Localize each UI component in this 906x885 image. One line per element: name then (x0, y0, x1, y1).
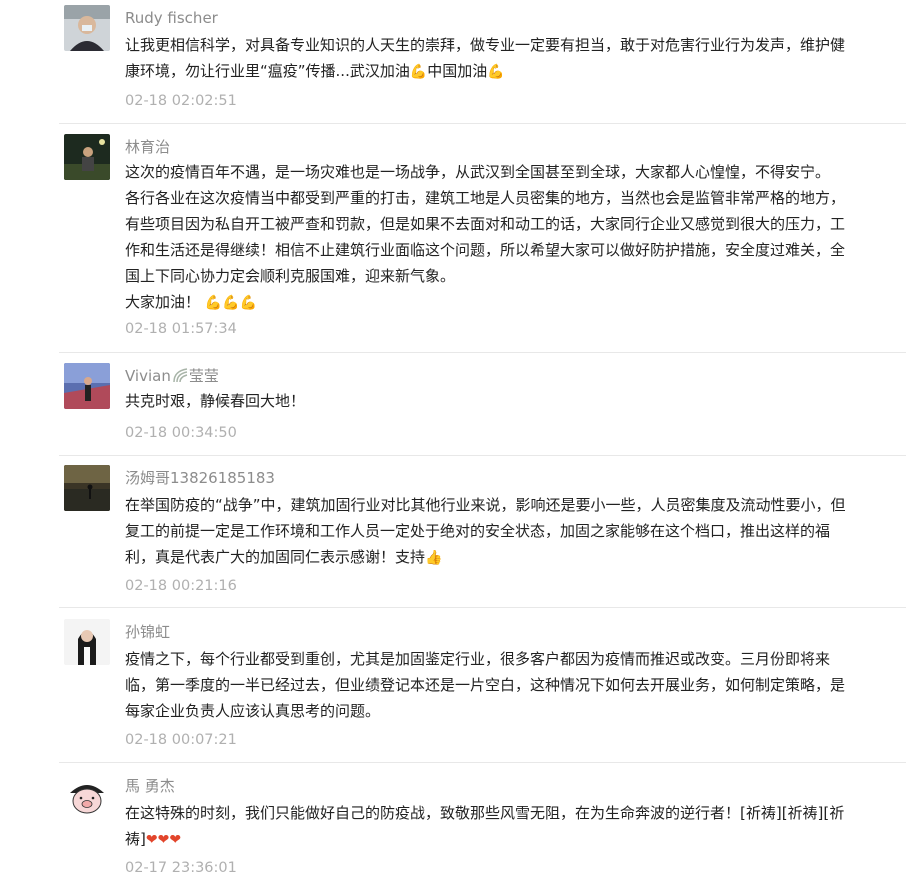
comment-item: 孙锦虹 疫情之下，每个行业都受到重创，尤其是加固鉴定行业，很多客户都因为疫情而推… (0, 614, 906, 762)
comment-text-line: 有些项目因为私自开工被严查和罚款，但是如果不去面对和动工的话，大家同行企业又感觉… (125, 215, 846, 233)
comment-item: Rudy fischer 让我更相信科学，对具备专业知识的人天生的崇拜，做专业一… (0, 0, 906, 124)
muscle-emoji-icon: 💪 (222, 294, 240, 311)
avatar[interactable] (64, 134, 110, 180)
muscle-emoji-icon: 💪 (487, 63, 505, 80)
comment-text-line: 各行各业在这次疫情当中都受到严重的打击，建筑工地是人员密集的地方，当然也会是监管… (125, 189, 846, 207)
thumbs-up-emoji-icon: 👍 (425, 549, 443, 566)
comment-text-line: 大家加油！ 💪💪💪 (125, 293, 258, 311)
muscle-emoji-icon: 💪 (409, 63, 428, 80)
comment-text-line: 临，第一季度的一半已经过去，但业绩登记本还是一片空白，这种情况下如何去开展业务，… (125, 676, 846, 694)
comment-timestamp: 02-18 00:07:21 (125, 732, 237, 748)
muscle-emoji-icon: 💪 (204, 294, 223, 311)
comment-author[interactable]: 林育治 (125, 138, 170, 156)
comment-text-line: 这次的疫情百年不遇，是一场灾难也是一场战争，从武汉到全国甚至到全球，大家都人心惶… (125, 163, 831, 181)
avatar[interactable] (64, 773, 110, 819)
comment-text-line: 国上下同心协力定会顺利克服国难，迎来新气象。 (125, 267, 456, 285)
comment-text-line: 让我更相信科学，对具备专业知识的人天生的崇拜，做专业一定要有担当，敢于对危害行业… (125, 36, 846, 54)
comment-text-line: 在举国防疫的“战争”中，建筑加固行业对比其他行业来说，影响还是要小一些，人员密集… (125, 496, 846, 514)
divider (59, 352, 906, 353)
comment-timestamp: 02-18 01:57:34 (125, 321, 237, 337)
comment-timestamp: 02-17 23:36:01 (125, 860, 237, 876)
comment-text-line: 共克时艰，静候春回大地！ (125, 392, 306, 410)
comment-timestamp: 02-18 00:34:50 (125, 425, 237, 441)
avatar[interactable] (64, 619, 110, 665)
comment-text-line: 每家企业负责人应该认真思考的问题。 (125, 702, 381, 720)
comment-timestamp: 02-18 02:02:51 (125, 93, 237, 109)
comment-text-line: 作和生活还是得继续！相信不止建筑行业面临这个问题，所以希望大家可以做好防护措施，… (125, 241, 846, 259)
heart-emoji-icon: ❤ (145, 831, 158, 848)
comment-item: Vivian 莹莹 共克时艰，静候春回大地！ 02-18 00:34:50 (0, 358, 906, 454)
avatar[interactable] (64, 363, 110, 409)
comment-text-line: 在这特殊的时刻，我们只能做好自己的防疫战，致敬那些风雪无阻，在为生命奔波的逆行者… (125, 804, 845, 822)
comment-author[interactable]: Vivian 莹莹 (125, 367, 219, 385)
comment-author[interactable]: 孙锦虹 (125, 623, 170, 641)
heart-emoji-icon: ❤ (157, 831, 170, 848)
comment-text-line: 疫情之下，每个行业都受到重创，尤其是加固鉴定行业，很多客户都因为疫情而推迟或改变… (125, 650, 831, 668)
comment-item: 汤姆哥13826185183 在举国防疫的“战争”中，建筑加固行业对比其他行业来… (0, 460, 906, 606)
comment-author[interactable]: 馬 勇杰 (125, 777, 175, 795)
comment-timestamp: 02-18 00:21:16 (125, 578, 237, 594)
comment-author[interactable]: 汤姆哥13826185183 (125, 469, 275, 487)
divider (59, 607, 906, 608)
comment-author[interactable]: Rudy fischer (125, 9, 218, 27)
avatar[interactable] (64, 465, 110, 511)
comment-item: 林育治 这次的疫情百年不遇，是一场灾难也是一场战争，从武汉到全国甚至到全球，大家… (0, 129, 906, 352)
divider (59, 123, 906, 124)
comment-item: 馬 勇杰 在这特殊的时刻，我们只能做好自己的防疫战，致敬那些风雪无阻，在为生命奔… (0, 768, 906, 885)
avatar[interactable] (64, 5, 110, 51)
divider (59, 762, 906, 763)
heart-emoji-icon: ❤ (169, 831, 182, 848)
comment-text-line: 利，真是代表广大的加固同仁表示感谢！支持👍 (125, 548, 443, 566)
divider (59, 455, 906, 456)
comment-text-line: 复工的前提一定是工作环境和工作人员一定处于绝对的安全状态，加固之家能够在这个档口… (125, 522, 831, 540)
leaf-icon (173, 368, 188, 383)
comment-text-line: 祷]❤❤❤ (125, 830, 182, 848)
muscle-emoji-icon: 💪 (239, 294, 258, 311)
comment-text-line: 康环境，勿让行业里“瘟疫”传播...武汉加油💪中国加油💪 (125, 62, 505, 80)
